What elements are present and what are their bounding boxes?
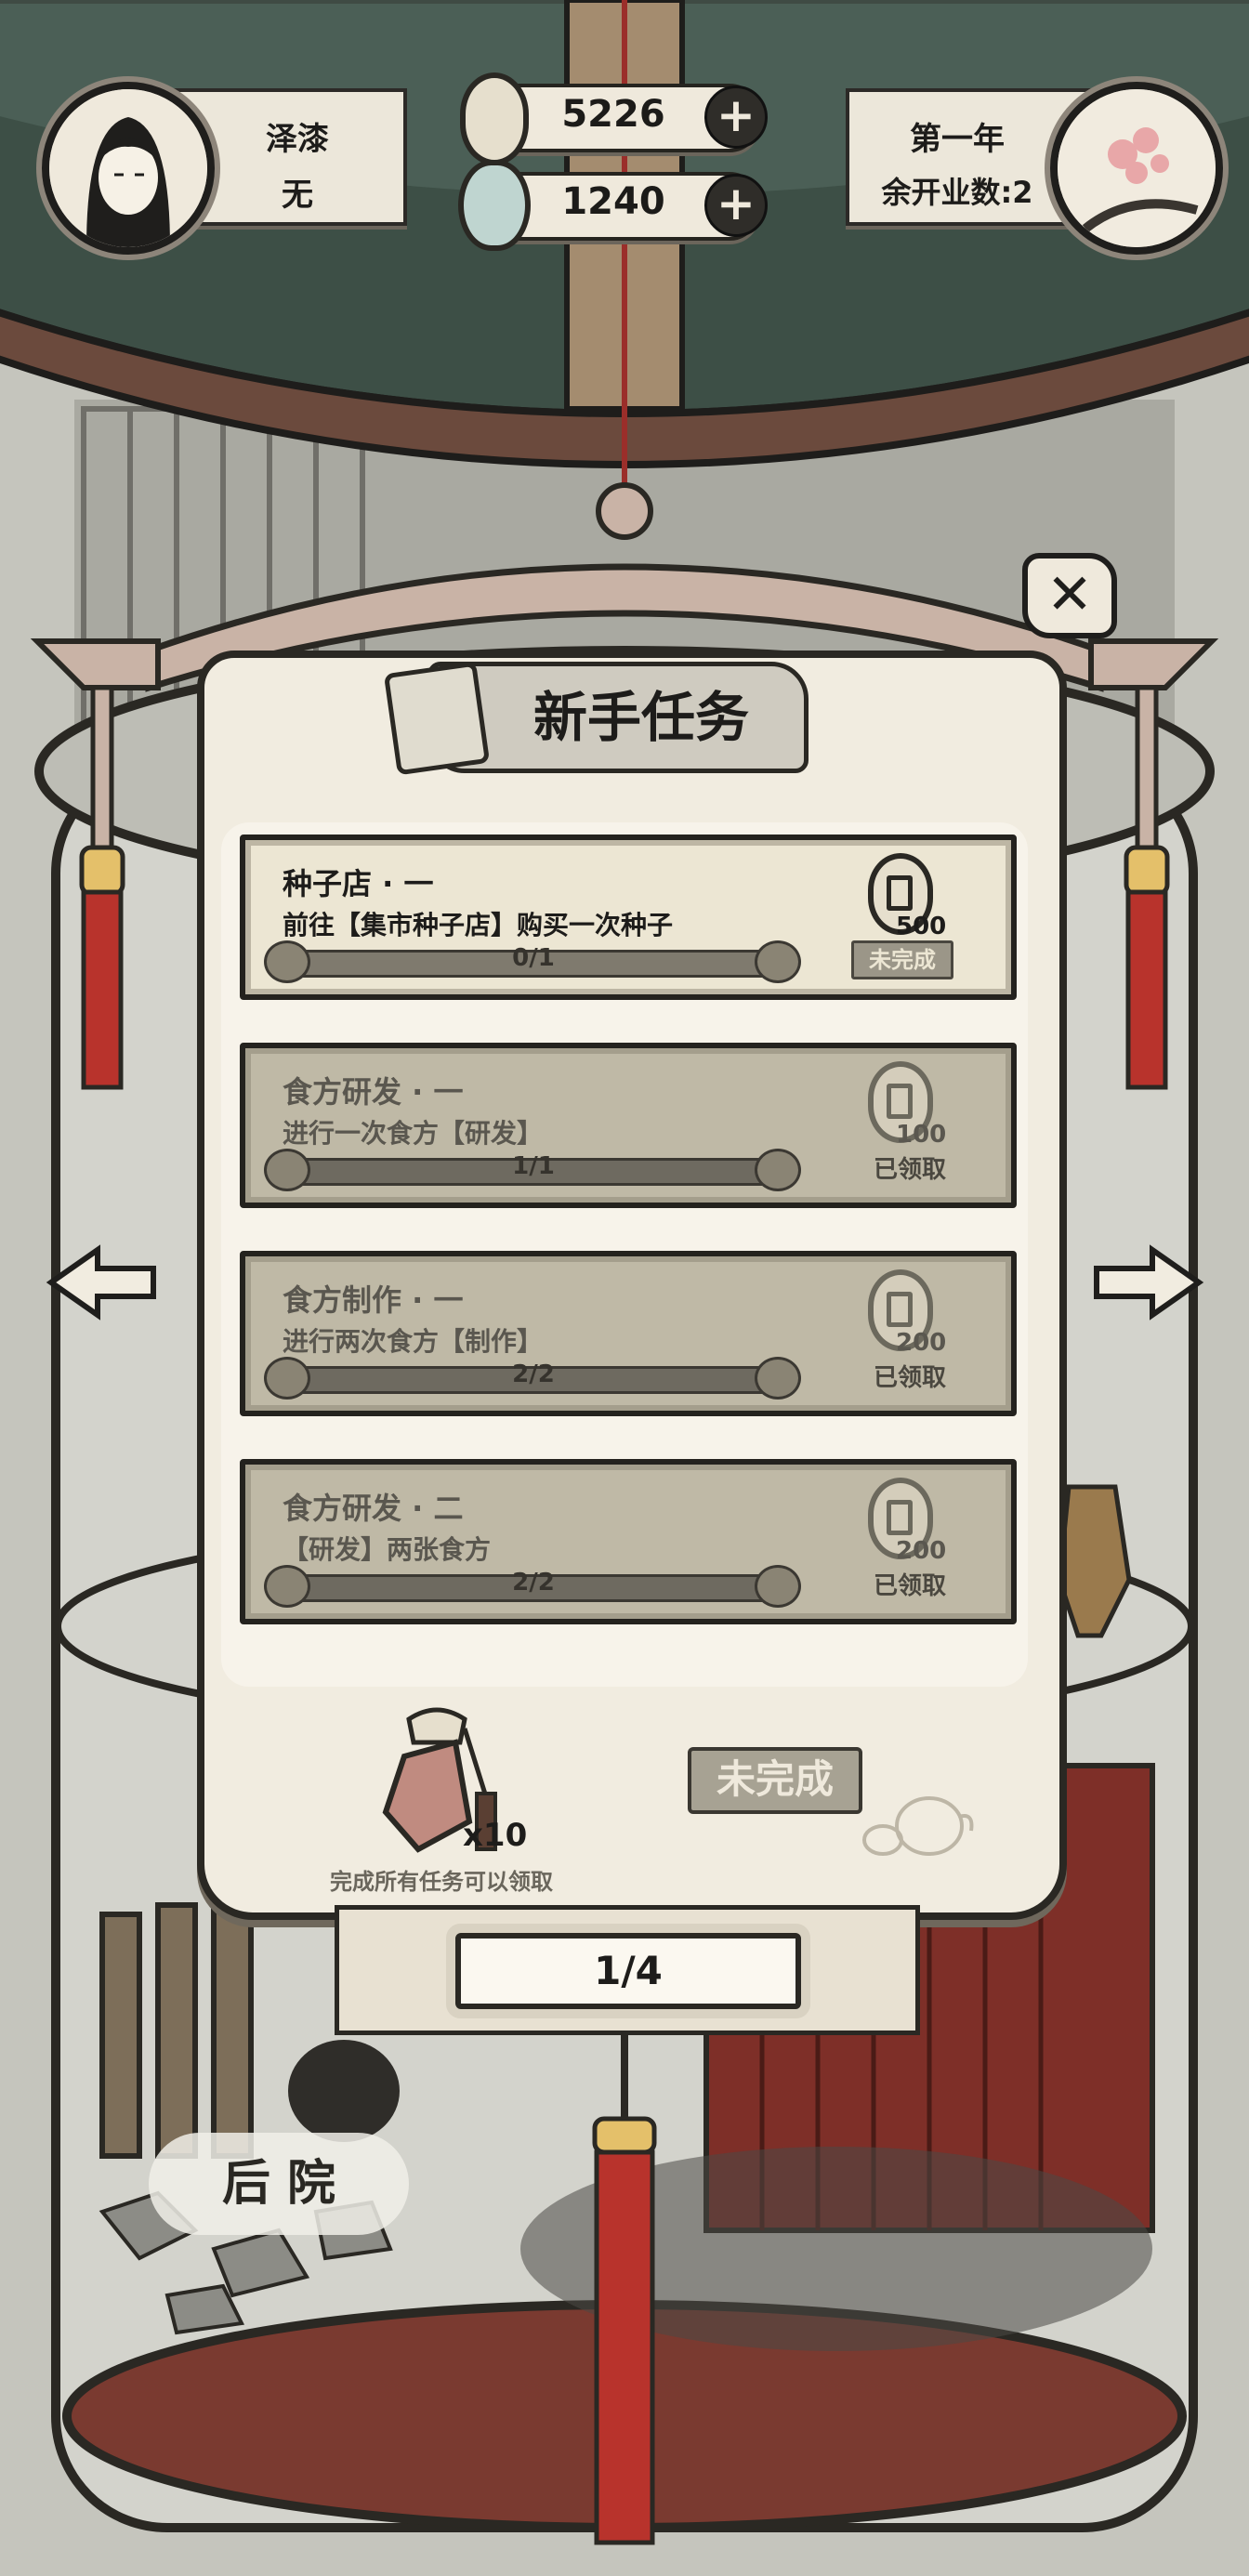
arrow-left-icon xyxy=(46,1244,156,1321)
task-status-badge: 未完成 xyxy=(851,940,953,979)
player-avatar[interactable] xyxy=(42,82,215,255)
task-card[interactable]: 食方研发 · 一 进行一次食方【研发】 1/1 100 已领取 xyxy=(240,1043,1017,1208)
next-page-arrow[interactable] xyxy=(1087,1241,1208,1324)
task-title: 种子店 · 一 xyxy=(283,866,434,901)
task-progress-text: 2/2 xyxy=(512,1569,555,1597)
task-reward-amount: 200 xyxy=(896,1329,947,1357)
final-reward-count: x10 xyxy=(463,1817,528,1854)
teapot-decoration-icon xyxy=(862,1796,974,1856)
year-label: 第一年 xyxy=(910,121,1005,158)
task-reward-amount: 500 xyxy=(896,913,947,940)
task-description: 进行一次食方【研发】 xyxy=(283,1118,544,1149)
location-label[interactable]: 后 院 xyxy=(149,2133,409,2235)
claim-all-button[interactable]: 未完成 xyxy=(688,1747,862,1814)
task-card[interactable]: 食方研发 · 二 【研发】两张食方 2/2 200 已领取 xyxy=(240,1459,1017,1624)
coin-amount: 5226 xyxy=(561,93,665,136)
task-card[interactable]: 食方制作 · 一 进行两次食方【制作】 2/2 200 已领取 xyxy=(240,1251,1017,1416)
task-status-label: 已领取 xyxy=(873,1364,946,1392)
coin-icon xyxy=(460,72,529,165)
add-coins-button[interactable]: + xyxy=(704,85,768,149)
task-reward-amount: 200 xyxy=(896,1537,947,1565)
task-description: 前往【集市种子店】购买一次种子 xyxy=(283,910,674,940)
remaining-openings: 余开业数:2 xyxy=(881,175,1033,210)
add-jade-button[interactable]: + xyxy=(704,174,768,237)
task-progress-text: 2/2 xyxy=(512,1360,555,1388)
task-title: 食方研发 · 一 xyxy=(283,1074,464,1110)
close-icon: ✕ xyxy=(1045,562,1094,627)
task-status-label: 已领取 xyxy=(873,1572,946,1600)
player-name: 泽漆 xyxy=(266,121,329,158)
scroll-icon xyxy=(383,661,491,776)
season-emblem[interactable] xyxy=(1050,82,1223,255)
plum-blossom-icon xyxy=(1058,89,1216,247)
close-button[interactable]: ✕ xyxy=(1022,553,1117,638)
task-progress-text: 0/1 xyxy=(512,944,555,972)
prev-page-arrow[interactable] xyxy=(42,1241,163,1324)
task-progress-text: 1/1 xyxy=(512,1152,555,1180)
panel-title: 新手任务 xyxy=(532,686,749,749)
task-description: 进行两次食方【制作】 xyxy=(283,1326,544,1357)
task-title: 食方制作 · 一 xyxy=(283,1282,464,1318)
task-status-label: 已领取 xyxy=(873,1156,946,1184)
task-card[interactable]: 种子店 · 一 前往【集市种子店】购买一次种子 0/1 500 未完成 xyxy=(240,835,1017,1000)
task-title: 食方研发 · 二 xyxy=(283,1491,464,1526)
page-indicator: 1/4 xyxy=(455,1933,801,2009)
task-description: 【研发】两张食方 xyxy=(283,1534,492,1565)
player-title: 无 xyxy=(282,177,313,214)
task-reward-amount: 100 xyxy=(896,1121,947,1149)
avatar-portrait-icon xyxy=(49,89,207,247)
jade-amount: 1240 xyxy=(561,180,665,223)
arrow-right-icon xyxy=(1094,1244,1204,1321)
final-reward-hint: 完成所有任务可以领取 xyxy=(330,1869,553,1895)
